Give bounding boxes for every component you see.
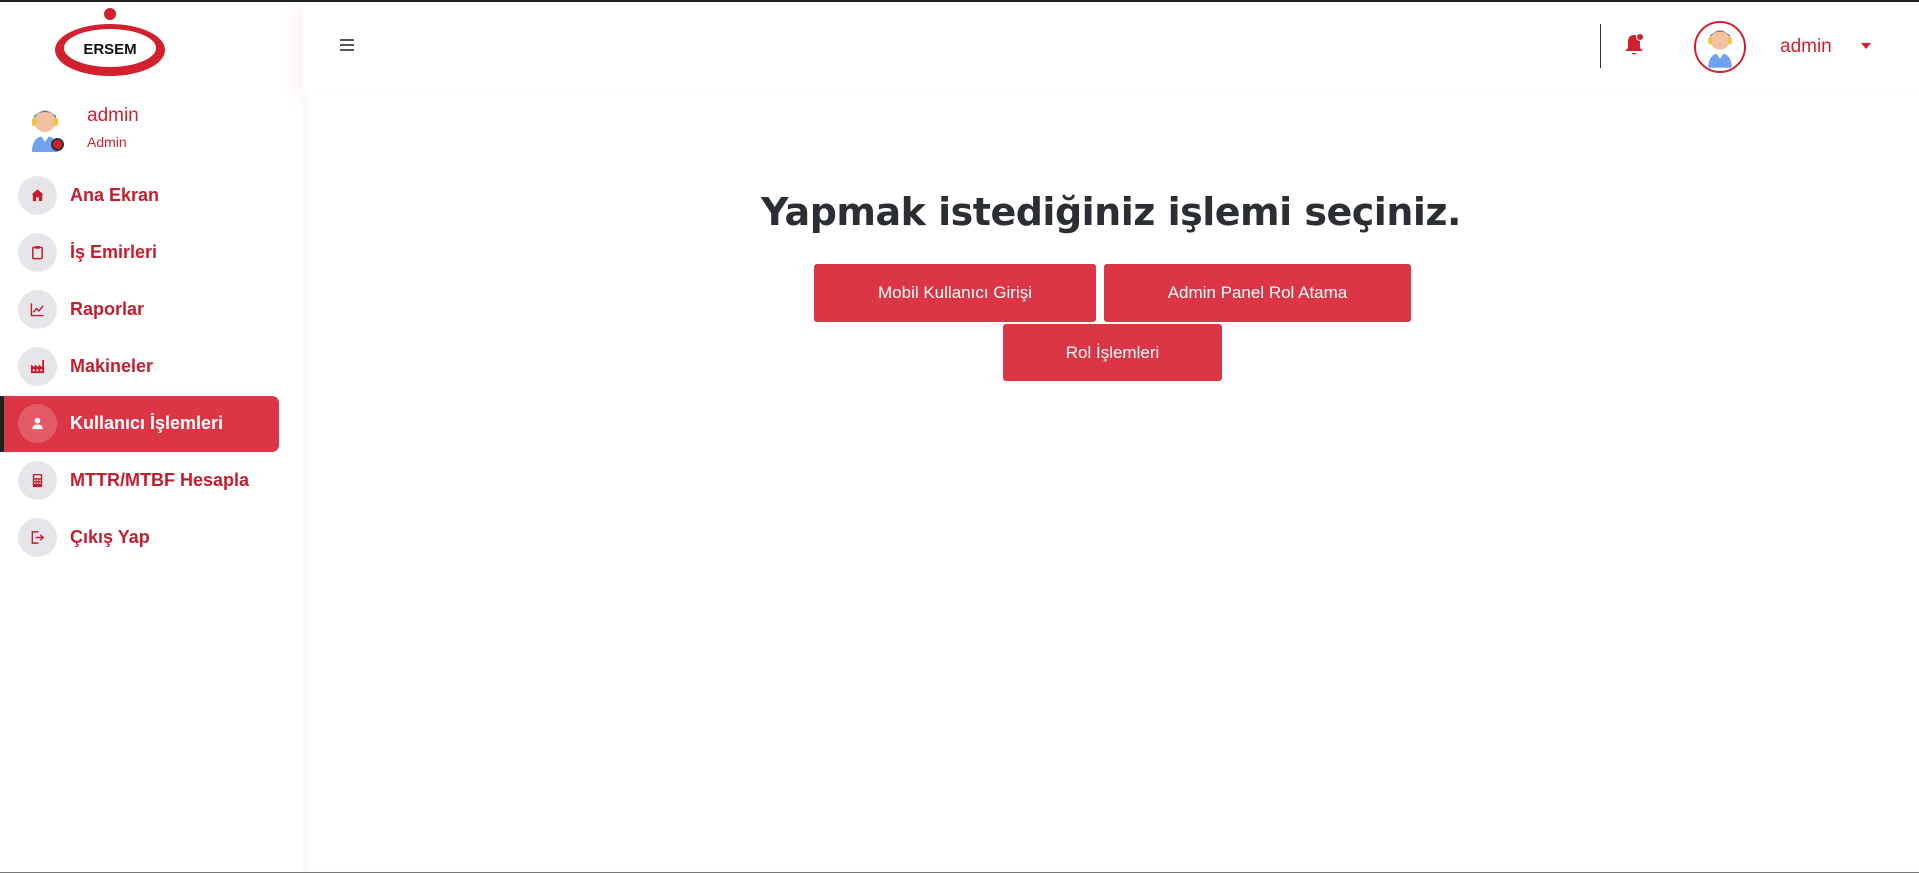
sidebar-item-label: Raporlar <box>70 299 145 319</box>
sidebar-item-kullanici-islemleri[interactable]: Kullanıcı İşlemleri <box>0 395 303 452</box>
svg-text:ERSEM: ERSEM <box>83 41 136 58</box>
chevron-down-icon[interactable] <box>1861 43 1871 49</box>
logout-icon <box>18 518 57 557</box>
header-username[interactable]: admin <box>1780 36 1832 58</box>
top-header: admin <box>303 2 1919 90</box>
page-title: Yapmak istediğiniz işlemi seçiniz. <box>761 190 1461 234</box>
online-status-dot <box>51 138 64 151</box>
clipboard-icon <box>18 233 57 272</box>
ersem-logo[interactable]: ERSEM <box>52 6 168 82</box>
calculator-icon <box>18 461 57 500</box>
header-avatar[interactable] <box>1694 21 1746 73</box>
sidebar-item-label: MTTR/MTBF Hesapla <box>70 470 250 490</box>
sidebar-item-ana-ekran[interactable]: Ana Ekran <box>0 167 303 224</box>
mobile-user-login-button[interactable]: Mobil Kullanıcı Girişi <box>814 264 1096 322</box>
sidebar-item-cikis-yap[interactable]: Çıkış Yap <box>0 509 303 566</box>
sidebar-item-mttr-mtbf[interactable]: MTTR/MTBF Hesapla <box>0 452 303 509</box>
main-content: Yapmak istediğiniz işlemi seçiniz. Mobil… <box>303 90 1919 873</box>
sidebar-item-label: Ana Ekran <box>70 185 160 205</box>
admin-panel-role-assign-button[interactable]: Admin Panel Rol Atama <box>1104 264 1411 322</box>
sidebar: ERSEM admin Admin Ana Ekran İş Emirleri … <box>0 2 303 872</box>
sidebar-item-raporlar[interactable]: Raporlar <box>0 281 303 338</box>
sidebar-item-label: İş Emirleri <box>70 242 158 262</box>
header-divider <box>1600 24 1601 68</box>
user-icon <box>18 404 57 443</box>
sidebar-user-profile: admin Admin <box>24 102 284 158</box>
sidebar-nav: Ana Ekran İş Emirleri Raporlar Makineler <box>0 167 303 566</box>
sidebar-item-label: Makineler <box>70 356 154 376</box>
factory-icon <box>18 347 57 386</box>
home-icon <box>18 176 57 215</box>
sidebar-item-label: Çıkış Yap <box>70 527 150 547</box>
notification-bell-icon[interactable] <box>1622 32 1646 58</box>
chart-line-icon <box>18 290 57 329</box>
sidebar-item-makineler[interactable]: Makineler <box>0 338 303 395</box>
role-operations-button[interactable]: Rol İşlemleri <box>1003 324 1222 381</box>
sidebar-username: admin <box>87 105 139 126</box>
menu-toggle-icon[interactable] <box>340 39 356 51</box>
sidebar-item-label: Kullanıcı İşlemleri <box>70 413 224 433</box>
sidebar-item-is-emirleri[interactable]: İş Emirleri <box>0 224 303 281</box>
sidebar-user-role: Admin <box>87 134 127 150</box>
